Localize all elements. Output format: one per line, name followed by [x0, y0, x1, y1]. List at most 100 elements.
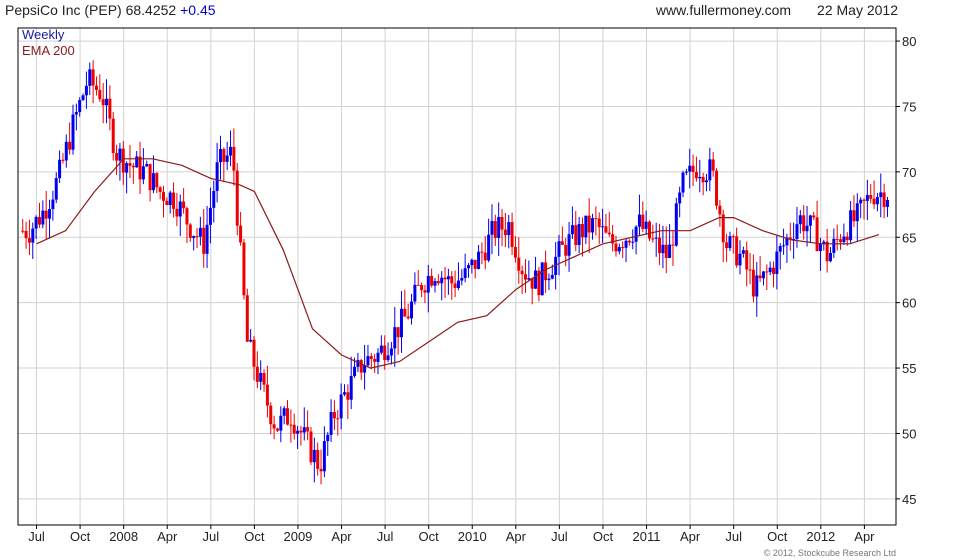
candle-up [601, 226, 605, 228]
candle-up [413, 284, 417, 302]
candle-down [188, 224, 192, 238]
candle-down [443, 277, 447, 280]
candle-down [862, 199, 866, 201]
candle-down [839, 239, 843, 243]
candle-down [115, 153, 119, 161]
candle-down [101, 99, 105, 106]
candle-down [416, 284, 420, 286]
candle-up [842, 236, 846, 243]
candle-up [105, 98, 109, 106]
candle-down [252, 339, 256, 367]
x-tick-label: Apr [157, 529, 178, 544]
candle-down [621, 247, 625, 249]
candle-up [208, 207, 212, 225]
ema-200-line [36, 158, 880, 369]
candle-up [805, 225, 809, 232]
candle-down [165, 200, 169, 206]
candle-down [255, 366, 259, 382]
candle-down [172, 192, 176, 209]
candle-up [440, 277, 444, 284]
candle-up [58, 159, 62, 179]
candle-down [292, 424, 296, 434]
candle-down [802, 215, 806, 232]
candle-down [235, 170, 239, 226]
candle-up [215, 162, 219, 191]
candle-up [728, 236, 732, 249]
candle-down [275, 428, 279, 431]
candle-down [359, 360, 363, 373]
candle-up [399, 308, 403, 338]
candle-up [684, 171, 688, 173]
x-tick-label: 2008 [109, 529, 138, 544]
candle-down [758, 275, 762, 279]
candle-down [262, 372, 266, 385]
candle-up [698, 176, 702, 179]
candle-down [480, 251, 484, 253]
candle-down [604, 226, 608, 233]
candle-down [664, 244, 668, 258]
candle-down [450, 276, 454, 284]
candle-up [778, 246, 782, 252]
candle-down [265, 384, 269, 406]
candle-down [94, 85, 98, 90]
candle-up [875, 197, 879, 205]
candle-up [865, 194, 869, 201]
candle-down [597, 218, 601, 228]
candle-down [580, 224, 584, 238]
candle-down [751, 269, 755, 297]
candle-down [748, 269, 752, 271]
candle-up [376, 352, 380, 362]
candle-down [242, 242, 246, 296]
candle-down [594, 218, 598, 220]
candle-down [517, 257, 521, 271]
candle-down [453, 283, 457, 288]
candle-down [406, 316, 410, 319]
candle-down [202, 227, 206, 254]
candle-down [725, 242, 729, 249]
candle-down [520, 270, 524, 275]
candle-down [420, 284, 424, 291]
candle-down [691, 165, 695, 172]
candle-down [869, 194, 873, 199]
x-tick-label: 2009 [283, 529, 312, 544]
candle-down [148, 164, 152, 191]
x-tick-label: Jul [551, 529, 568, 544]
candle-up [540, 262, 544, 296]
candle-up [637, 214, 641, 227]
candle-down [239, 225, 243, 243]
candle-down [37, 216, 41, 225]
candle-up [31, 228, 35, 243]
candle-up [818, 243, 822, 252]
candle-up [125, 163, 129, 173]
candle-up [681, 172, 685, 193]
x-tick-label: Apr [506, 529, 527, 544]
candle-up [577, 224, 581, 245]
candle-down [138, 156, 142, 180]
candle-up [761, 271, 765, 279]
candle-up [54, 178, 58, 200]
candle-down [161, 191, 165, 201]
candle-down [473, 259, 477, 269]
x-tick-label: Apr [854, 529, 875, 544]
candle-up [557, 241, 561, 257]
candle-up [775, 251, 779, 274]
candle-down [182, 201, 186, 209]
candle-up [467, 265, 471, 269]
candle-down [319, 468, 323, 472]
candle-up [547, 278, 551, 281]
candle-down [232, 146, 236, 171]
candle-up [296, 430, 300, 434]
candle-down [309, 431, 313, 463]
candle-down [627, 240, 631, 243]
candle-down [560, 241, 564, 245]
candle-down [694, 171, 698, 179]
candle-up [342, 392, 346, 395]
candle-down [383, 345, 387, 361]
candle-down [574, 225, 578, 245]
candle-down [245, 295, 249, 342]
y-tick-label: 75 [902, 99, 916, 114]
candle-up [460, 278, 464, 281]
candle-down [108, 98, 112, 119]
y-tick-label: 50 [902, 426, 916, 441]
candle-up [768, 267, 772, 272]
